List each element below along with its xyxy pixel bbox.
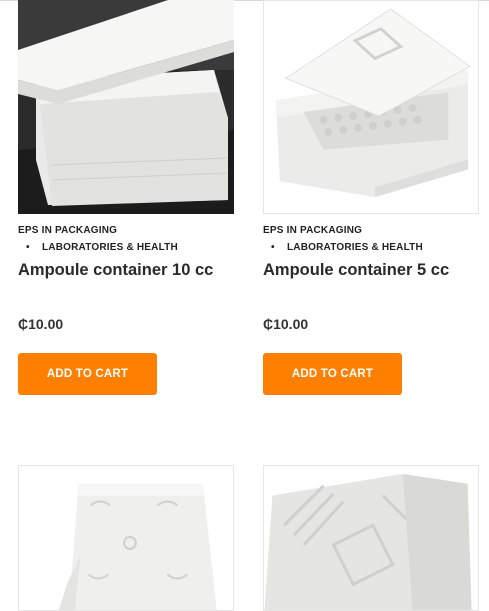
product-price: ₵10.00: [18, 316, 64, 332]
eps-box-photo: [18, 0, 234, 214]
product-image[interactable]: [18, 0, 234, 214]
product-category[interactable]: EPS IN PACKAGING: [18, 225, 117, 236]
product-image[interactable]: [263, 465, 479, 611]
product-subcategory-label[interactable]: LABORATORIES & HEALTH: [273, 242, 423, 253]
product-subcategory-label[interactable]: LABORATORIES & HEALTH: [28, 242, 178, 253]
product-subcategory[interactable]: LABORATORIES & HEALTH: [26, 242, 178, 253]
product-image[interactable]: [18, 465, 234, 611]
product-title[interactable]: Ampoule container 5 cc: [263, 261, 449, 280]
product-image[interactable]: [263, 0, 479, 214]
product-category[interactable]: EPS IN PACKAGING: [263, 225, 362, 236]
add-to-cart-button[interactable]: ADD TO CART: [263, 353, 402, 395]
product-title[interactable]: Ampoule container 10 cc: [18, 261, 213, 280]
product-price: ₵10.00: [263, 316, 309, 332]
eps-box-photo: [264, 1, 478, 213]
eps-tile-photo: [19, 466, 233, 610]
add-to-cart-button[interactable]: ADD TO CART: [18, 353, 157, 395]
eps-tile-photo: [264, 466, 478, 610]
product-subcategory[interactable]: LABORATORIES & HEALTH: [271, 242, 423, 253]
